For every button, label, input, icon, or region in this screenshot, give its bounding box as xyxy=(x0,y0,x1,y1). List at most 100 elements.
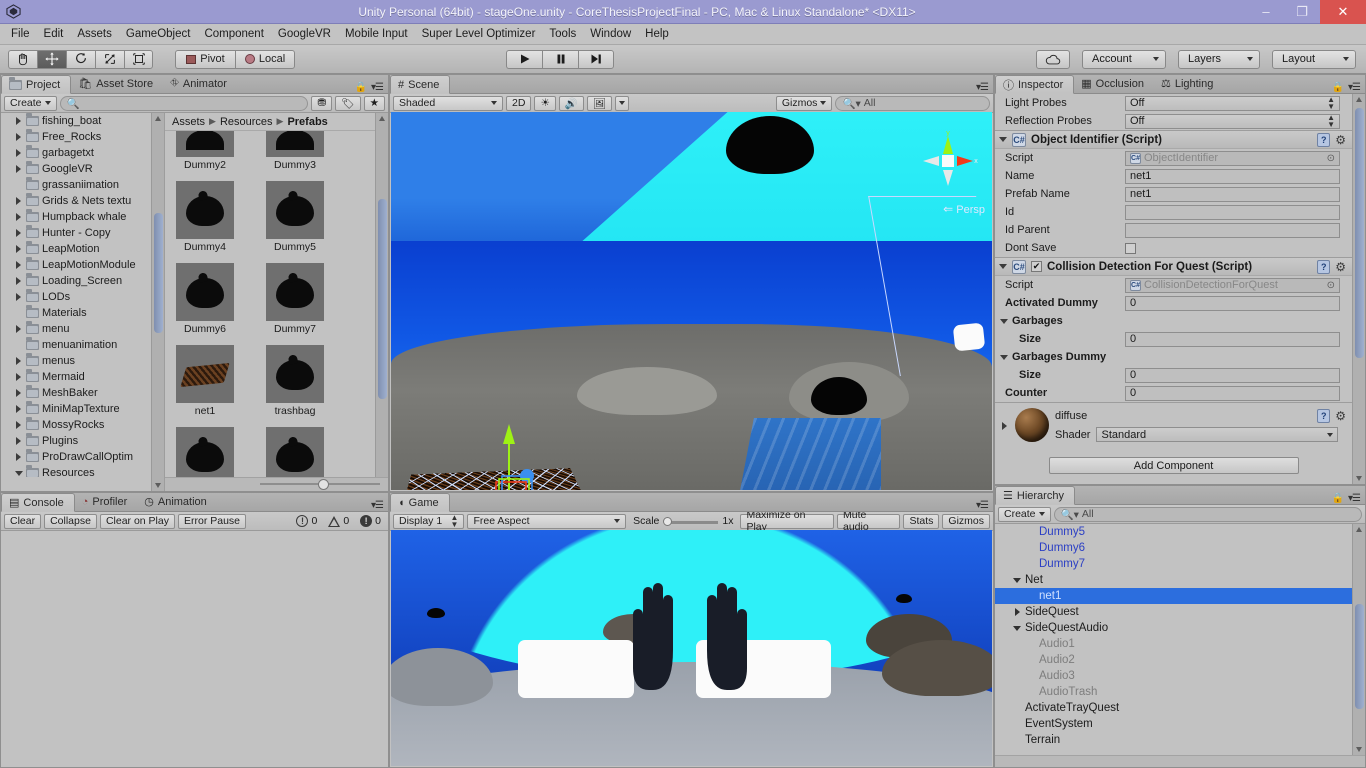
project-tree-item[interactable]: Resources xyxy=(1,465,151,477)
asset-item[interactable]: trashbag xyxy=(263,345,327,417)
project-tree-item[interactable]: ProDrawCallOptim xyxy=(1,449,151,465)
create-gameobject-button[interactable]: Create xyxy=(998,506,1051,522)
inspector-text-field[interactable] xyxy=(1125,204,1340,220)
play-button[interactable] xyxy=(506,49,542,69)
chevron-right-icon[interactable] xyxy=(1013,607,1022,617)
chevron-right-icon[interactable] xyxy=(15,197,23,205)
gear-icon[interactable]: ⚙ xyxy=(1335,409,1346,423)
tab-project[interactable]: Project xyxy=(1,75,72,94)
hierarchy-item[interactable]: Dummy5 xyxy=(995,524,1352,540)
inspector-checkbox[interactable] xyxy=(1125,242,1136,254)
chevron-right-icon[interactable] xyxy=(15,357,23,365)
display-dropdown[interactable]: Display 1 ▲ ▼ xyxy=(393,513,465,529)
tab-animator[interactable]: ⛗ Animator xyxy=(163,74,237,93)
lock-icon[interactable]: 🔒 xyxy=(1332,82,1344,93)
inspector-dropdown[interactable]: Off ▲ ▼ xyxy=(1125,113,1340,129)
scale-slider[interactable] xyxy=(663,516,719,526)
lock-icon[interactable]: 🔒 xyxy=(1332,493,1344,504)
project-tree-item[interactable]: Mermaid xyxy=(1,369,151,385)
hierarchy-item[interactable]: Terrain xyxy=(995,732,1352,748)
asset-item[interactable]: Dummy4 xyxy=(173,181,237,253)
project-tree-item[interactable]: Loading_Screen xyxy=(1,273,151,289)
asset-item[interactable]: Dummy3 xyxy=(263,131,327,171)
scrollbar-thumb[interactable] xyxy=(154,213,163,333)
chevron-right-icon[interactable] xyxy=(15,117,23,125)
tab-asset-store[interactable]: 🛍 Asset Store xyxy=(71,74,163,93)
chevron-right-icon[interactable] xyxy=(15,213,23,221)
help-icon[interactable]: ? xyxy=(1317,259,1331,274)
local-toggle-button[interactable]: Local xyxy=(235,49,295,69)
rotate-tool-button[interactable] xyxy=(66,49,95,69)
chevron-right-icon[interactable] xyxy=(15,453,23,461)
console-log-list[interactable] xyxy=(1,531,388,767)
chevron-right-icon[interactable] xyxy=(15,149,23,157)
project-search-input[interactable]: 🔍 xyxy=(59,95,309,111)
hierarchy-item[interactable]: net1 xyxy=(995,588,1352,604)
project-tree-item[interactable]: Hunter - Copy xyxy=(1,225,151,241)
breadcrumb-assets[interactable]: Assets xyxy=(172,116,205,128)
hierarchy-item[interactable]: Audio3 xyxy=(995,668,1352,684)
breadcrumb-resources[interactable]: Resources xyxy=(220,116,273,128)
chevron-down-icon[interactable] xyxy=(999,262,1007,271)
help-icon[interactable]: ? xyxy=(1317,132,1331,147)
account-dropdown[interactable]: Account xyxy=(1082,49,1166,69)
menu-super-level-optimizer[interactable]: Super Level Optimizer xyxy=(415,25,543,44)
chevron-down-icon[interactable] xyxy=(999,135,1007,144)
inspector-text-field[interactable]: 0 xyxy=(1125,385,1340,401)
gizmos-dropdown[interactable]: Gizmos xyxy=(775,95,833,111)
project-tree-item[interactable]: grassaniimation xyxy=(1,177,151,193)
inspector-text-field[interactable]: 0 xyxy=(1125,295,1340,311)
inspector-text-field[interactable]: 0 xyxy=(1125,367,1340,383)
component-header[interactable]: C# ✔ Collision Detection For Quest (Script… xyxy=(995,257,1352,276)
chevron-right-icon[interactable] xyxy=(15,133,23,141)
project-tree-item[interactable]: MeshBaker xyxy=(1,385,151,401)
project-tree-scrollbar[interactable] xyxy=(151,113,164,491)
project-tree-item[interactable]: MossyRocks xyxy=(1,417,151,433)
menu-help[interactable]: Help xyxy=(638,25,676,44)
inspector-object-field[interactable]: C# ObjectIdentifier ⊙ xyxy=(1125,150,1340,166)
step-button[interactable] xyxy=(578,49,614,69)
hierarchy-item[interactable]: SideQuestAudio xyxy=(995,620,1352,636)
tab-profiler[interactable]: ◔ Profiler xyxy=(75,492,138,511)
asset-item[interactable] xyxy=(173,427,237,477)
rect-transform-tool-button[interactable] xyxy=(124,49,153,69)
hierarchy-item[interactable]: Audio2 xyxy=(995,652,1352,668)
chevron-down-icon[interactable] xyxy=(1013,624,1022,633)
game-ui-panel-left[interactable] xyxy=(518,640,634,698)
thumbnail-size-slider[interactable] xyxy=(260,479,380,490)
sun-icon[interactable]: ☀ xyxy=(534,95,556,111)
project-tree-item[interactable]: MiniMapTexture xyxy=(1,401,151,417)
image-fx-icon[interactable]: 🖼 xyxy=(586,95,613,111)
chevron-down-icon[interactable] xyxy=(1000,353,1008,362)
lock-icon[interactable]: 🔒 xyxy=(355,82,367,93)
scale-tool-button[interactable] xyxy=(95,49,124,69)
hand-tool-button[interactable] xyxy=(8,49,37,69)
chevron-right-icon[interactable] xyxy=(15,277,23,285)
slider-knob[interactable] xyxy=(318,479,329,490)
cloud-icon[interactable] xyxy=(1036,49,1070,69)
log-count-badge[interactable]: ! 0 xyxy=(292,515,321,527)
move-tool-button[interactable] xyxy=(37,49,66,69)
scroll-up-arrow[interactable] xyxy=(1356,527,1362,532)
component-header[interactable]: C# Object Identifier (Script)? ⚙ xyxy=(995,130,1352,149)
aspect-dropdown[interactable]: Free Aspect xyxy=(467,513,627,529)
scroll-up-arrow[interactable] xyxy=(155,116,161,121)
tab-animation[interactable]: ◷ Animation xyxy=(137,492,217,511)
project-tree-item[interactable]: LeapMotion xyxy=(1,241,151,257)
chevron-right-icon[interactable] xyxy=(15,373,23,381)
scale-slider-group[interactable]: Scale 1x xyxy=(629,515,737,527)
speaker-icon[interactable]: 🔊 xyxy=(558,95,584,111)
game-viewport[interactable] xyxy=(391,530,992,766)
hierarchy-item[interactable]: AudioTrash xyxy=(995,684,1352,700)
clear-on-play-button[interactable]: Clear on Play xyxy=(99,513,175,529)
hierarchy-item[interactable]: EventSystem xyxy=(995,716,1352,732)
error-pause-button[interactable]: Error Pause xyxy=(177,513,247,529)
scene-view-axis-gizmo[interactable]: y x xyxy=(917,130,979,192)
scroll-down-arrow[interactable] xyxy=(155,483,161,488)
chevron-right-icon[interactable] xyxy=(15,229,23,237)
tab-hierarchy[interactable]: ☰ Hierarchy xyxy=(995,486,1075,505)
inspector-text-field[interactable] xyxy=(1125,222,1340,238)
object-picker-icon[interactable]: ⊙ xyxy=(1327,153,1335,164)
chevron-down-icon[interactable] xyxy=(1013,576,1022,585)
asset-item[interactable]: Dummy2 xyxy=(173,131,237,171)
